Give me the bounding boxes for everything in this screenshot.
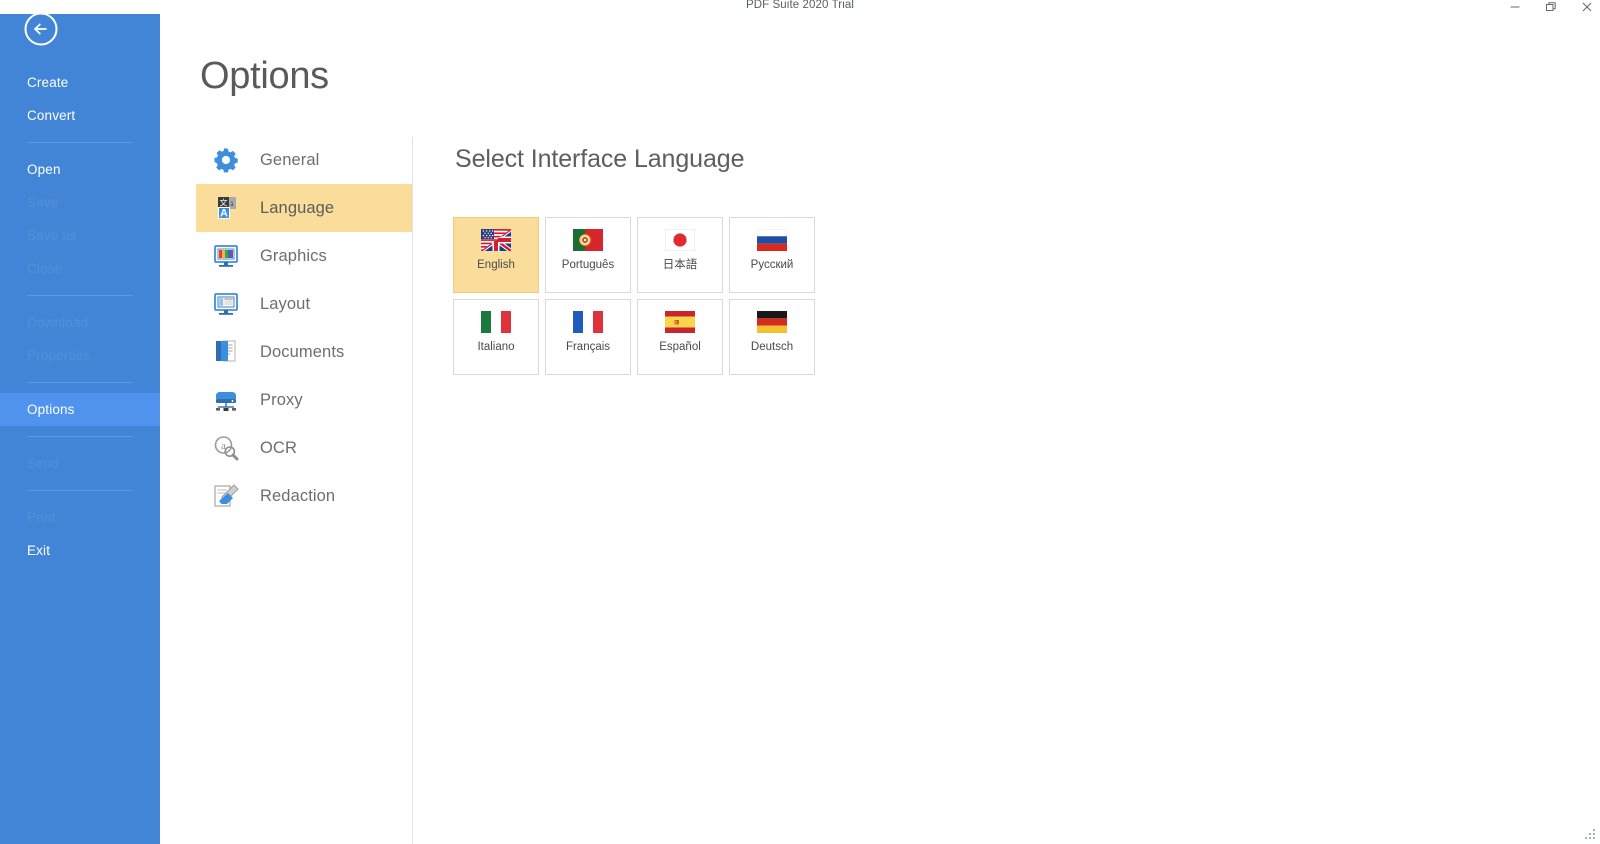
sidebar-item-label: Create [27, 75, 69, 90]
options-nav-item-language[interactable]: 文 à A Language [196, 184, 412, 232]
sidebar-item-label: Save [27, 195, 59, 210]
restore-icon[interactable] [1544, 0, 1558, 14]
sidebar-item-exit[interactable]: Exit [0, 534, 160, 567]
sidebar-item-save: Save [0, 186, 160, 219]
sidebar-item-label: Download [27, 315, 89, 330]
language-tile-label: English [477, 259, 515, 271]
flag-ru-icon [757, 229, 787, 251]
options-nav-item-label: Documents [260, 342, 345, 361]
flag-fr-icon [573, 311, 603, 333]
sidebar-menu: Create Convert Open Save Save as Close Downloa… [0, 66, 160, 567]
options-nav-item-label: Graphics [260, 246, 327, 265]
language-tile-label: Français [565, 341, 611, 353]
redaction-icon [211, 481, 241, 511]
language-tile-label: Español [659, 341, 701, 353]
options-nav-item-label: Redaction [260, 486, 336, 505]
language-icon: 文 à A [211, 193, 241, 223]
sidebar-item-send: Send [0, 447, 160, 480]
layout-icon [211, 289, 241, 319]
content-heading: Select Interface Language [455, 145, 745, 173]
gear-icon [211, 145, 241, 175]
language-tile-fr[interactable]: Français [545, 299, 631, 375]
sidebar-separator [27, 490, 133, 491]
sidebar-item-label: Send [27, 456, 60, 471]
sidebar-separator [27, 436, 133, 437]
language-tile-label: 日本語 [662, 259, 698, 271]
flag-it-icon [481, 311, 511, 333]
language-tile-es[interactable]: Español [637, 299, 723, 375]
language-tile-label: Português [561, 259, 615, 271]
language-tile-label: Italiano [477, 341, 515, 353]
title-bar: PDF Suite 2020 Trial [0, 0, 1600, 14]
minimize-icon[interactable] [1508, 0, 1522, 14]
sidebar-item-label: Exit [27, 543, 51, 558]
page-title: Options [200, 55, 329, 97]
options-nav-item-label: OCR [260, 438, 297, 457]
options-nav-item-label: General [260, 150, 320, 169]
main-panel: Options General 文 à A Language Graphics [160, 14, 1600, 844]
graphics-icon [211, 241, 241, 271]
flag-us-uk-icon [481, 229, 511, 251]
language-tile-label: Deutsch [750, 341, 794, 353]
svg-text:A: A [220, 208, 228, 220]
sidebar-item-label: Close [27, 261, 63, 276]
sidebar-item-label: Options [27, 402, 75, 417]
language-tile-jp[interactable]: 日本語 [637, 217, 723, 293]
sidebar-separator [27, 142, 133, 143]
ocr-icon: a [211, 433, 241, 463]
language-tile-label: Русский [750, 259, 794, 271]
sidebar-item-create[interactable]: Create [0, 66, 160, 99]
options-nav-item-label: Proxy [260, 390, 303, 409]
backstage-sidebar: Create Convert Open Save Save as Close Downloa… [0, 0, 160, 844]
options-nav-item-general[interactable]: General [196, 136, 412, 184]
options-nav-item-ocr[interactable]: a OCR [196, 424, 412, 472]
sidebar-item-close: Close [0, 252, 160, 285]
svg-text:文: 文 [219, 198, 227, 208]
options-nav-item-proxy[interactable]: Proxy [196, 376, 412, 424]
sidebar-separator [27, 382, 133, 383]
sidebar-item-label: Save as [27, 228, 77, 243]
language-tile-us-uk[interactable]: English [453, 217, 539, 293]
options-nav-item-redaction[interactable]: Redaction [196, 472, 412, 520]
back-arrow-icon[interactable] [21, 9, 61, 49]
resize-grip-icon[interactable] [1584, 829, 1596, 841]
sidebar-item-label: Properties [27, 348, 91, 363]
options-nav-item-graphics[interactable]: Graphics [196, 232, 412, 280]
documents-icon [211, 337, 241, 367]
options-nav-item-label: Language [260, 198, 335, 217]
sidebar-item-label: Print [27, 510, 56, 525]
proxy-icon [211, 385, 241, 415]
language-tile-ru[interactable]: Русский [729, 217, 815, 293]
sidebar-item-options[interactable]: Options [0, 393, 160, 426]
sidebar-item-open[interactable]: Open [0, 153, 160, 186]
window-controls [1508, 0, 1594, 14]
options-nav-item-label: Layout [260, 294, 311, 313]
flag-es-icon [665, 311, 695, 333]
options-nav-item-layout[interactable]: Layout [196, 280, 412, 328]
flag-jp-icon [665, 229, 695, 251]
language-tile-it[interactable]: Italiano [453, 299, 539, 375]
sidebar-separator [27, 295, 133, 296]
sidebar-item-print: Print [0, 501, 160, 534]
sidebar-item-download: Download [0, 306, 160, 339]
options-nav-item-documents[interactable]: Documents [196, 328, 412, 376]
sidebar-item-convert[interactable]: Convert [0, 99, 160, 132]
flag-de-icon [757, 311, 787, 333]
flag-pt-icon [573, 229, 603, 251]
language-tile-de[interactable]: Deutsch [729, 299, 815, 375]
language-tile-pt[interactable]: Português [545, 217, 631, 293]
sidebar-item-label: Convert [27, 108, 76, 123]
vertical-divider [412, 137, 413, 844]
sidebar-item-label: Open [27, 162, 61, 177]
window-title: PDF Suite 2020 Trial [745, 0, 855, 11]
sidebar-item-save-as: Save as [0, 219, 160, 252]
application-window: PDF Suite 2020 Trial Create Convert Open… [0, 0, 1600, 844]
options-category-list: General 文 à A Language Graphics Layout D… [196, 136, 412, 520]
close-icon[interactable] [1580, 0, 1594, 14]
language-grid: English Português 日本語 Русский Italiano F… [453, 217, 821, 381]
sidebar-item-properties: Properties [0, 339, 160, 372]
